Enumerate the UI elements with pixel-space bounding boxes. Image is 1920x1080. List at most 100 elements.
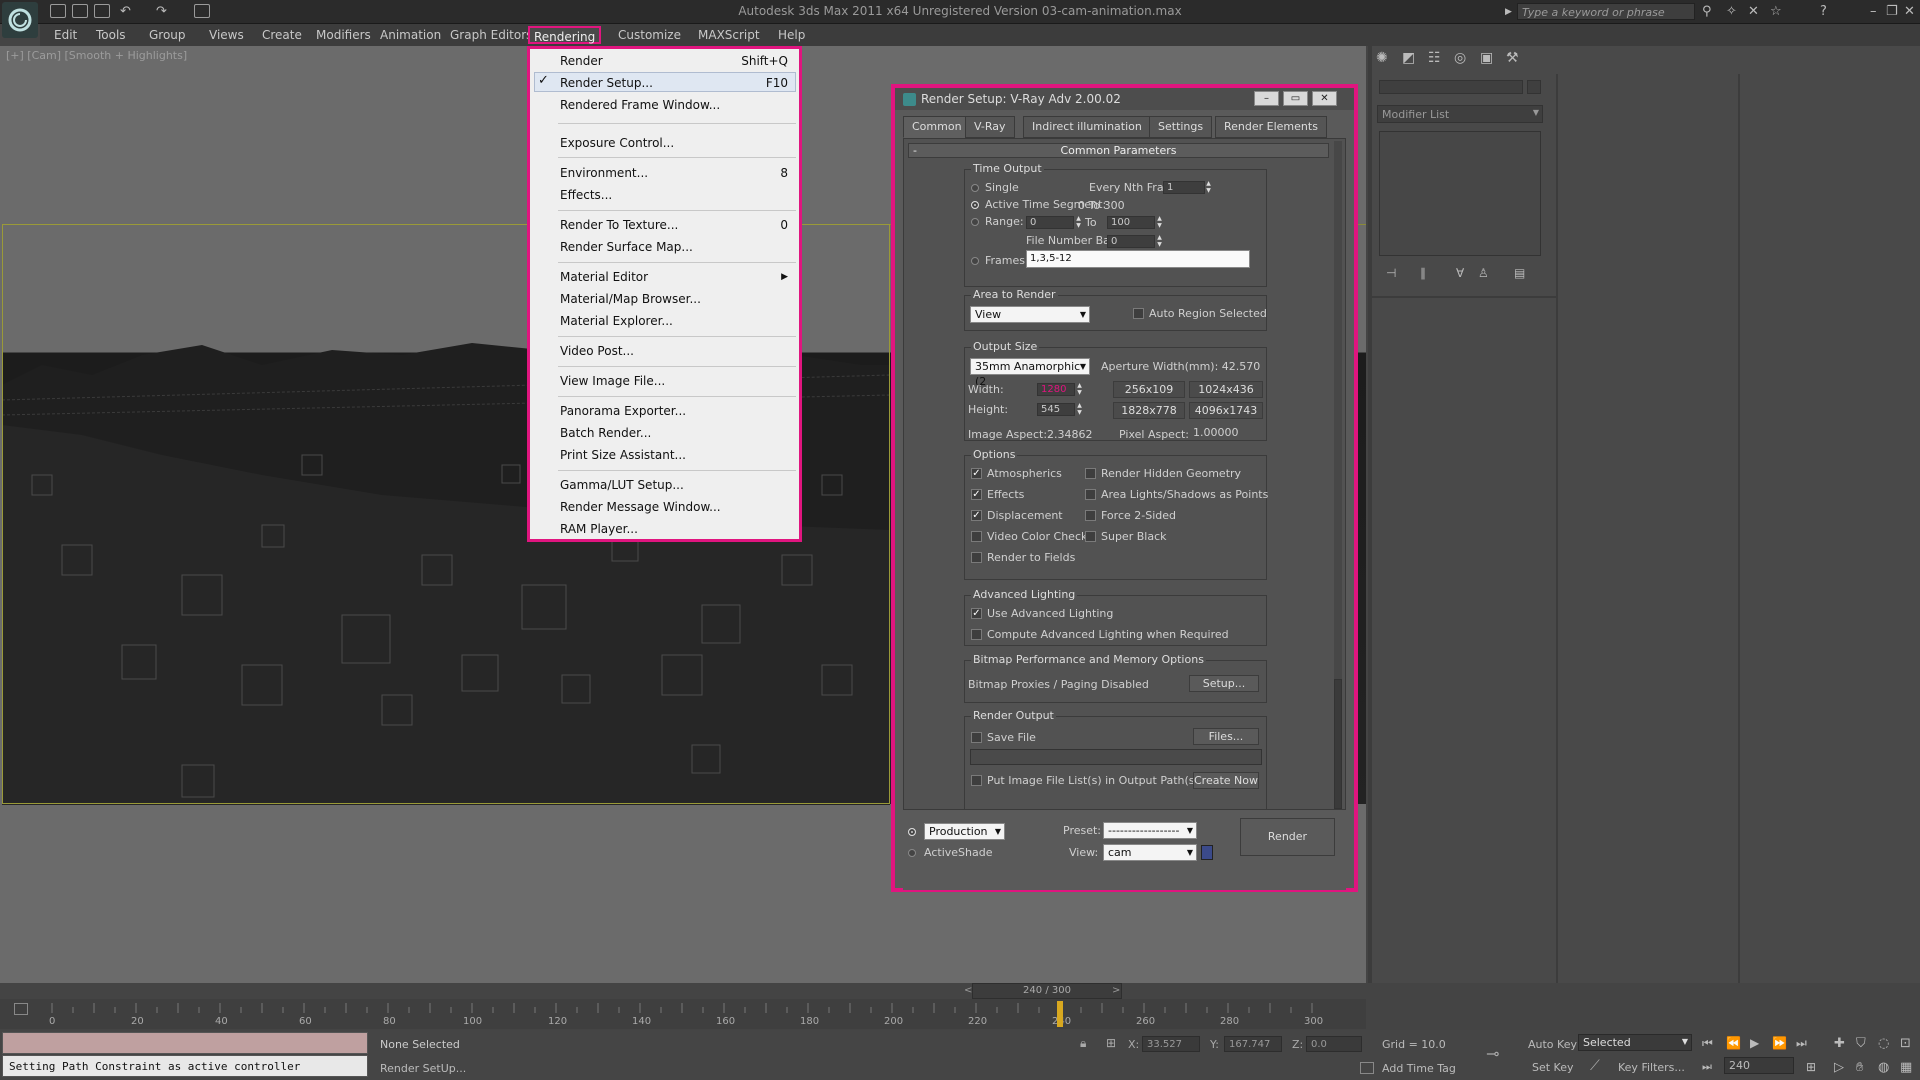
preset-256x109-button[interactable]: 256x109 bbox=[1113, 381, 1185, 398]
object-color-swatch[interactable] bbox=[1527, 80, 1541, 94]
dialog-title-bar[interactable]: Render Setup: V-Ray Adv 2.00.02 – ▭ ✕ bbox=[895, 88, 1354, 110]
orbit-icon[interactable]: ◌ bbox=[1878, 1036, 1889, 1051]
lock-view-icon[interactable] bbox=[1201, 845, 1213, 860]
area-lights-checkbox[interactable] bbox=[1085, 489, 1096, 500]
menu-group[interactable]: Group bbox=[145, 26, 190, 44]
menu-item-render[interactable]: Render Shift+Q bbox=[560, 51, 798, 71]
compute-advanced-lighting-checkbox[interactable] bbox=[971, 629, 982, 640]
menu-item-panorama-exporter[interactable]: Panorama Exporter... bbox=[560, 401, 798, 421]
menu-item-render-surface-map[interactable]: Render Surface Map... bbox=[560, 237, 798, 257]
restore-icon[interactable]: ❐ bbox=[1886, 4, 1898, 19]
area-to-render-dropdown[interactable]: View ▼ bbox=[970, 306, 1090, 323]
save-file-checkbox[interactable] bbox=[971, 732, 982, 743]
preset-1024x436-button[interactable]: 1024x436 bbox=[1189, 381, 1263, 398]
tab-common[interactable]: Common bbox=[903, 116, 971, 138]
menu-item-material-explorer[interactable]: Material Explorer... bbox=[560, 311, 798, 331]
open-file-icon[interactable] bbox=[72, 4, 88, 18]
tab-vray[interactable]: V-Ray bbox=[965, 116, 1015, 138]
output-path-field[interactable] bbox=[970, 749, 1262, 765]
go-to-start-icon[interactable]: ⏮ bbox=[1702, 1036, 1713, 1051]
walk-through-icon[interactable]: ◍ bbox=[1878, 1060, 1889, 1075]
menu-modifiers[interactable]: Modifiers bbox=[312, 26, 375, 44]
auto-key-button[interactable]: Auto Key bbox=[1528, 1038, 1577, 1051]
menu-item-rendered-frame-window[interactable]: Rendered Frame Window... bbox=[560, 95, 798, 115]
display-tab-icon[interactable]: ▣ bbox=[1480, 50, 1498, 68]
active-segment-radio[interactable] bbox=[971, 201, 979, 209]
modify-tab-icon[interactable]: ◩ bbox=[1402, 50, 1420, 68]
use-advanced-lighting-checkbox[interactable]: ✓ bbox=[971, 608, 982, 619]
time-tag-icon[interactable] bbox=[1360, 1062, 1374, 1074]
zoom-all-icon[interactable]: ⛉ bbox=[1856, 1036, 1866, 1051]
subscription-icon[interactable]: ✧ bbox=[1726, 4, 1737, 19]
create-now-button[interactable]: Create Now bbox=[1193, 772, 1259, 789]
spinner[interactable]: ▲ ▼ bbox=[1076, 402, 1083, 416]
preset-4096x1743-button[interactable]: 4096x1743 bbox=[1189, 402, 1263, 419]
view-dropdown[interactable]: cam ▼ bbox=[1103, 844, 1197, 861]
super-black-checkbox[interactable] bbox=[1085, 531, 1096, 542]
zoom-icon[interactable]: ✚ bbox=[1834, 1036, 1845, 1051]
menu-rendering[interactable]: Rendering bbox=[528, 26, 602, 44]
spinner[interactable]: ▲ ▼ bbox=[1076, 382, 1083, 396]
chevron-right-icon[interactable]: ▶ bbox=[1505, 7, 1512, 17]
dialog-close-button[interactable]: ✕ bbox=[1312, 91, 1337, 106]
menu-item-exposure-control[interactable]: Exposure Control... bbox=[560, 133, 798, 153]
activeshade-radio[interactable] bbox=[908, 849, 916, 857]
menu-customize[interactable]: Customize bbox=[614, 26, 685, 44]
project-folder-icon[interactable] bbox=[194, 4, 210, 18]
z-coordinate-field[interactable]: 0.0 bbox=[1306, 1036, 1362, 1052]
x-coordinate-field[interactable]: 33.527 bbox=[1142, 1036, 1200, 1052]
y-coordinate-field[interactable]: 167.747 bbox=[1224, 1036, 1282, 1052]
help-icon[interactable]: ? bbox=[1820, 4, 1827, 19]
render-button[interactable]: Render bbox=[1240, 818, 1335, 856]
frames-radio[interactable] bbox=[971, 257, 979, 265]
current-frame-marker[interactable] bbox=[1057, 1001, 1063, 1027]
atmospherics-checkbox[interactable]: ✓ bbox=[971, 468, 982, 479]
maximize-viewport-icon[interactable]: ⊡ bbox=[1900, 1036, 1911, 1051]
spinner[interactable]: ▲ ▼ bbox=[1205, 180, 1212, 194]
pin-stack-icon[interactable]: ⊣ bbox=[1386, 266, 1404, 284]
time-slider[interactable]: 240 / 300 bbox=[972, 983, 1122, 999]
key-icon[interactable]: ⊸ bbox=[1486, 1044, 1499, 1063]
spinner[interactable]: ▲ ▼ bbox=[1075, 215, 1082, 229]
production-radio[interactable] bbox=[908, 828, 916, 836]
utilities-tab-icon[interactable]: ⚒ bbox=[1506, 50, 1524, 68]
video-color-check-checkbox[interactable] bbox=[971, 531, 982, 542]
play-icon[interactable]: ▶ bbox=[1750, 1036, 1759, 1050]
menu-item-print-size-assistant[interactable]: Print Size Assistant... bbox=[560, 445, 798, 465]
menu-item-ram-player[interactable]: RAM Player... bbox=[560, 519, 798, 539]
modifier-list-dropdown[interactable]: Modifier List ▼ bbox=[1377, 105, 1543, 123]
viewport-label[interactable]: [+] [Cam] [Smooth + Highlights] bbox=[6, 49, 187, 62]
tab-settings[interactable]: Settings bbox=[1149, 116, 1213, 138]
output-size-preset-dropdown[interactable]: 35mm Anamorphic (2 ▼ bbox=[970, 358, 1090, 388]
rollout-header[interactable]: - Common Parameters bbox=[908, 143, 1329, 158]
field-of-view-icon[interactable]: ▷ bbox=[1834, 1060, 1844, 1075]
go-to-end-icon[interactable]: ⏭ bbox=[1796, 1036, 1807, 1051]
tab-render-elements[interactable]: Render Elements bbox=[1215, 116, 1327, 138]
menu-item-material-editor[interactable]: Material Editor ▶ bbox=[560, 267, 798, 287]
menu-edit[interactable]: Edit bbox=[50, 26, 81, 44]
redo-icon[interactable]: ↷ bbox=[156, 4, 167, 19]
set-key-button[interactable]: Set Key bbox=[1532, 1061, 1574, 1074]
track-bar[interactable]: 0 20 40 60 80 100 120 140 160 180 200 22… bbox=[0, 999, 1366, 1029]
key-filters-button[interactable]: Key Filters... bbox=[1618, 1061, 1685, 1074]
remove-modifier-icon[interactable]: ♙ bbox=[1478, 266, 1496, 284]
preset-1828x778-button[interactable]: 1828x778 bbox=[1113, 402, 1185, 419]
set-keys-icon[interactable]: ⟋ bbox=[1590, 1058, 1600, 1074]
single-radio[interactable] bbox=[971, 184, 979, 192]
range-radio[interactable] bbox=[971, 218, 979, 226]
width-field[interactable]: 1280 bbox=[1037, 383, 1075, 396]
force-2-sided-checkbox[interactable] bbox=[1085, 510, 1096, 521]
height-field[interactable]: 545 bbox=[1037, 403, 1075, 416]
key-mode-toggle-icon[interactable]: ⏭ bbox=[1702, 1060, 1712, 1074]
maxscript-mini-listener[interactable] bbox=[2, 1032, 368, 1054]
modifier-stack[interactable] bbox=[1379, 131, 1541, 256]
communication-icon[interactable]: ✕ bbox=[1748, 4, 1759, 19]
make-unique-icon[interactable]: ∀ bbox=[1456, 266, 1474, 284]
spinner[interactable]: ▲ ▼ bbox=[1156, 234, 1163, 248]
app-logo-icon[interactable] bbox=[2, 2, 38, 38]
file-number-base-field[interactable]: 0 bbox=[1107, 235, 1155, 248]
displacement-checkbox[interactable]: ✓ bbox=[971, 510, 982, 521]
range-from-field[interactable]: 0 bbox=[1026, 216, 1074, 229]
menu-tools[interactable]: Tools bbox=[92, 26, 130, 44]
undo-icon[interactable]: ↶ bbox=[120, 4, 131, 19]
